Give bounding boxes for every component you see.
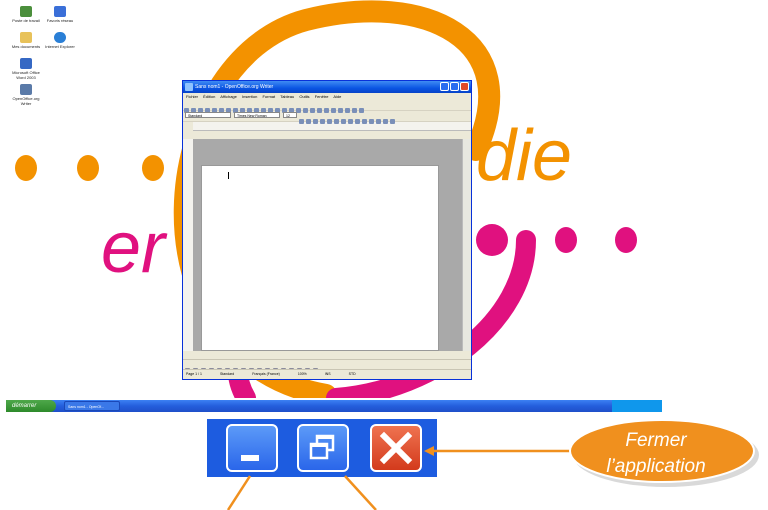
minimize-callout-arrow bbox=[226, 475, 252, 510]
callout-line-1: Fermer bbox=[625, 430, 687, 451]
callout-text: Fermer l’application bbox=[567, 428, 745, 480]
callout-line-2: l’application bbox=[606, 456, 706, 477]
screen: er die Poste de travail Favoris réseau M… bbox=[0, 0, 768, 510]
restore-callout-arrow bbox=[344, 475, 377, 510]
arrow-head-icon bbox=[424, 446, 434, 456]
